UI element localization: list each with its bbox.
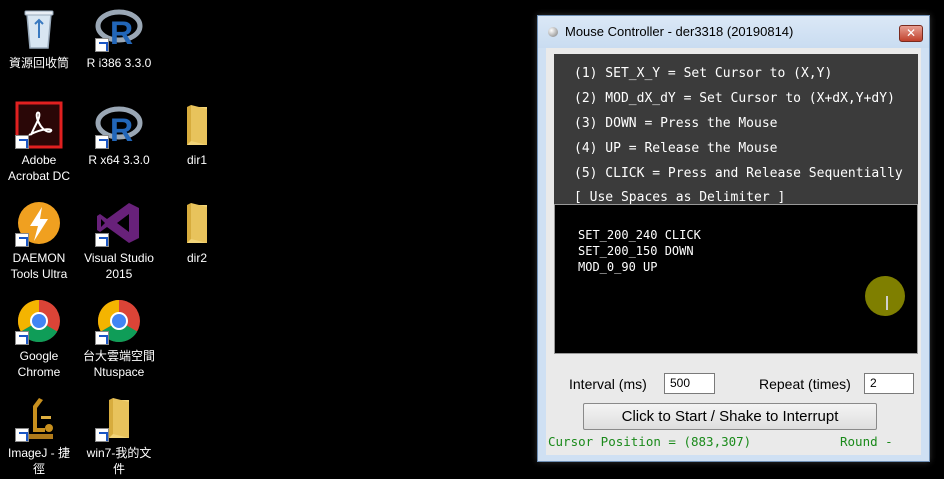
chrome-icon — [15, 297, 63, 345]
script-text: SET_200_240 CLICK SET_200_150 DOWN MOD_0… — [578, 228, 701, 274]
acrobat-icon — [15, 101, 63, 149]
shortcut-arrow-icon — [95, 233, 109, 247]
desktop-icon-label: dir2 — [186, 251, 207, 265]
cursor-position-status: Cursor Position = (883,307) — [548, 434, 752, 449]
desktop-icon-label: ImageJ - 捷 徑 — [7, 446, 71, 476]
shortcut-arrow-icon — [95, 331, 109, 345]
folder-icon — [173, 101, 221, 149]
app-icon — [548, 27, 558, 37]
cursor-highlight — [865, 276, 905, 316]
command-help-panel: (1) SET_X_Y = Set Cursor to (X,Y) (2) MO… — [554, 54, 918, 205]
round-status: Round - — [840, 434, 893, 449]
chrome-icon — [95, 297, 143, 345]
folder-icon — [173, 199, 221, 247]
status-bar: Cursor Position = (883,307) Round - — [546, 434, 921, 455]
interval-input[interactable]: 500 — [664, 373, 715, 394]
repeat-input[interactable]: 2 — [864, 373, 914, 394]
close-button[interactable]: ✕ — [899, 25, 923, 42]
ibeam-cursor-icon — [886, 296, 888, 310]
shortcut-arrow-icon — [15, 233, 29, 247]
desktop-icon-r-i386[interactable]: R R i386 3.3.0 — [78, 4, 160, 71]
script-textarea[interactable]: SET_200_240 CLICK SET_200_150 DOWN MOD_0… — [554, 204, 918, 354]
desktop-icon-label: Google Chrome — [17, 349, 61, 379]
desktop-icon-label: R x64 3.3.0 — [88, 153, 150, 167]
mouse-controller-window: Mouse Controller - der3318 (20190814) ✕ … — [537, 15, 930, 462]
shortcut-arrow-icon — [95, 428, 109, 442]
desktop-icon-label: dir1 — [186, 153, 207, 167]
folder-icon — [95, 394, 143, 442]
shortcut-arrow-icon — [15, 428, 29, 442]
shortcut-arrow-icon — [15, 331, 29, 345]
desktop-icon-visual-studio[interactable]: Visual Studio 2015 — [78, 199, 160, 282]
help-line-delimiter: [ Use Spaces as Delimiter ] — [574, 190, 786, 205]
desktop-icon-label: DAEMON Tools Ultra — [10, 251, 68, 281]
r-logo-icon: R — [95, 101, 143, 149]
r-logo-icon: R — [95, 4, 143, 52]
desktop-icon-label: win7-我的文 件 — [86, 446, 152, 476]
help-line-set: (1) SET_X_Y = Set Cursor to (X,Y) — [574, 66, 833, 81]
window-title: Mouse Controller - der3318 (20190814) — [565, 24, 794, 39]
shortcut-arrow-icon — [95, 135, 109, 149]
help-line-down: (3) DOWN = Press the Mouse — [574, 116, 778, 131]
desktop-icon-label: Adobe Acrobat DC — [7, 153, 71, 183]
desktop-icon-dir2[interactable]: dir2 — [156, 199, 238, 266]
desktop-icon-win7-documents[interactable]: win7-我的文 件 — [78, 394, 160, 477]
visual-studio-icon — [95, 199, 143, 247]
desktop-icon-dir1[interactable]: dir1 — [156, 101, 238, 168]
title-bar[interactable]: Mouse Controller - der3318 (20190814) ✕ — [538, 16, 929, 48]
microscope-icon — [15, 394, 63, 442]
client-area: (1) SET_X_Y = Set Cursor to (X,Y) (2) MO… — [546, 48, 921, 455]
desktop-icon-ntuspace[interactable]: 台大雲端空間 Ntuspace — [78, 297, 160, 380]
svg-text:R: R — [110, 15, 133, 51]
desktop-icon-label: Visual Studio 2015 — [84, 251, 154, 281]
desktop-icon-label: R i386 3.3.0 — [86, 56, 152, 70]
help-line-click: (5) CLICK = Press and Release Sequential… — [574, 166, 903, 181]
desktop-icon-adobe-acrobat[interactable]: Adobe Acrobat DC — [0, 101, 80, 184]
svg-text:R: R — [110, 112, 133, 148]
desktop-icon-label: 台大雲端空間 Ntuspace — [82, 349, 155, 379]
desktop-icon-google-chrome[interactable]: Google Chrome — [0, 297, 80, 380]
shortcut-arrow-icon — [95, 38, 109, 52]
recycle-bin-icon — [15, 4, 63, 52]
desktop-icon-daemon-tools[interactable]: DAEMON Tools Ultra — [0, 199, 80, 282]
start-button[interactable]: Click to Start / Shake to Interrupt — [583, 403, 877, 430]
help-line-mod: (2) MOD_dX_dY = Set Cursor to (X+dX,Y+dY… — [574, 91, 895, 106]
help-line-up: (4) UP = Release the Mouse — [574, 141, 778, 156]
desktop-icon-r-x64[interactable]: R R x64 3.3.0 — [78, 101, 160, 168]
desktop-icon-imagej[interactable]: ImageJ - 捷 徑 — [0, 394, 80, 477]
desktop-icon-recycle-bin[interactable]: 資源回收筒 — [0, 4, 80, 71]
shortcut-arrow-icon — [15, 135, 29, 149]
daemon-tools-icon — [15, 199, 63, 247]
repeat-label: Repeat (times) — [759, 376, 851, 392]
desktop-icon-label: 資源回收筒 — [8, 56, 69, 70]
interval-label: Interval (ms) — [569, 376, 647, 392]
